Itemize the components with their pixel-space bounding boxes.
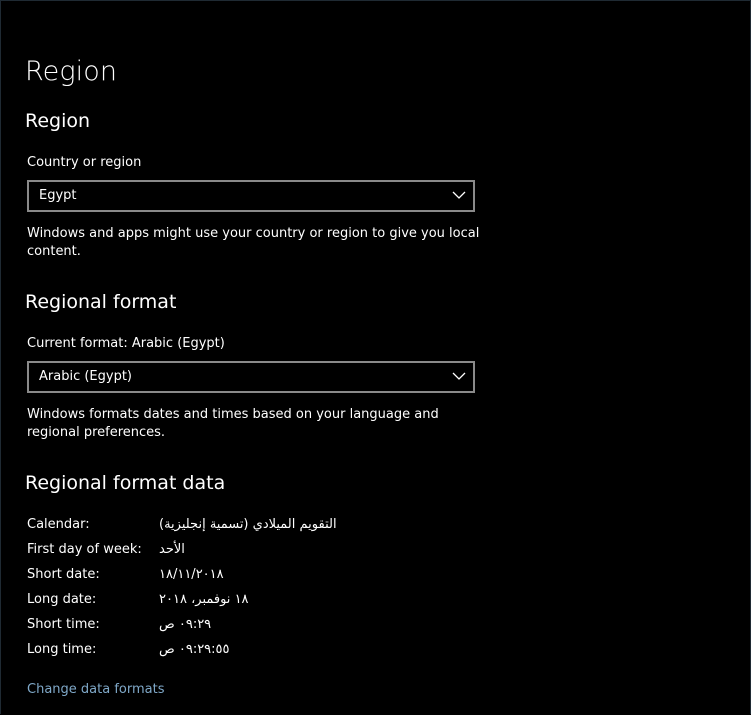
country-dropdown-value: Egypt — [39, 188, 77, 203]
format-data-key: Calendar: — [27, 517, 90, 532]
format-data-value: التقويم الميلادي (تسمية إنجليزية) — [159, 517, 337, 532]
region-description: Windows and apps might use your country … — [27, 226, 480, 259]
regional-format-data-heading: Regional format data — [25, 472, 226, 494]
format-data-key: First day of week: — [27, 542, 142, 557]
format-data-row-short-time: Short time: ٠٩:٢٩ ص — [27, 617, 487, 637]
format-data-key: Long date: — [27, 592, 97, 607]
page-title: Region — [25, 56, 118, 87]
country-label: Country or region — [27, 155, 142, 170]
format-data-row-first-day: First day of week: الأحد — [27, 542, 487, 562]
format-data-key: Short time: — [27, 617, 100, 632]
format-data-value: ٠٩:٢٩:٥٥ ص — [159, 642, 230, 657]
regional-format-dropdown[interactable]: Arabic (Egypt) — [27, 361, 475, 393]
regional-format-dropdown-value: Arabic (Egypt) — [39, 369, 132, 384]
country-dropdown[interactable]: Egypt — [27, 180, 475, 212]
format-data-row-long-time: Long time: ٠٩:٢٩:٥٥ ص — [27, 642, 487, 662]
format-data-row-short-date: Short date: ١٨/١١/٢٠١٨ — [27, 567, 487, 587]
change-data-formats-link[interactable]: Change data formats — [27, 682, 164, 697]
format-data-key: Short date: — [27, 567, 100, 582]
chevron-down-icon — [452, 191, 466, 199]
regional-format-description: Windows formats dates and times based on… — [27, 407, 439, 440]
format-data-value: ١٨ نوفمبر، ٢٠١٨ — [159, 592, 249, 607]
format-data-value: ٠٩:٢٩ ص — [159, 617, 212, 632]
chevron-down-icon — [452, 372, 466, 380]
format-data-row-calendar: Calendar: التقويم الميلادي (تسمية إنجليز… — [27, 517, 487, 537]
format-data-key: Long time: — [27, 642, 97, 657]
format-data-value: الأحد — [159, 542, 185, 557]
format-data-value: ١٨/١١/٢٠١٨ — [159, 567, 224, 582]
regional-format-heading: Regional format — [25, 291, 177, 313]
format-data-row-long-date: Long date: ١٨ نوفمبر، ٢٠١٨ — [27, 592, 487, 612]
current-format-label: Current format: Arabic (Egypt) — [27, 336, 225, 351]
region-heading: Region — [25, 110, 91, 132]
